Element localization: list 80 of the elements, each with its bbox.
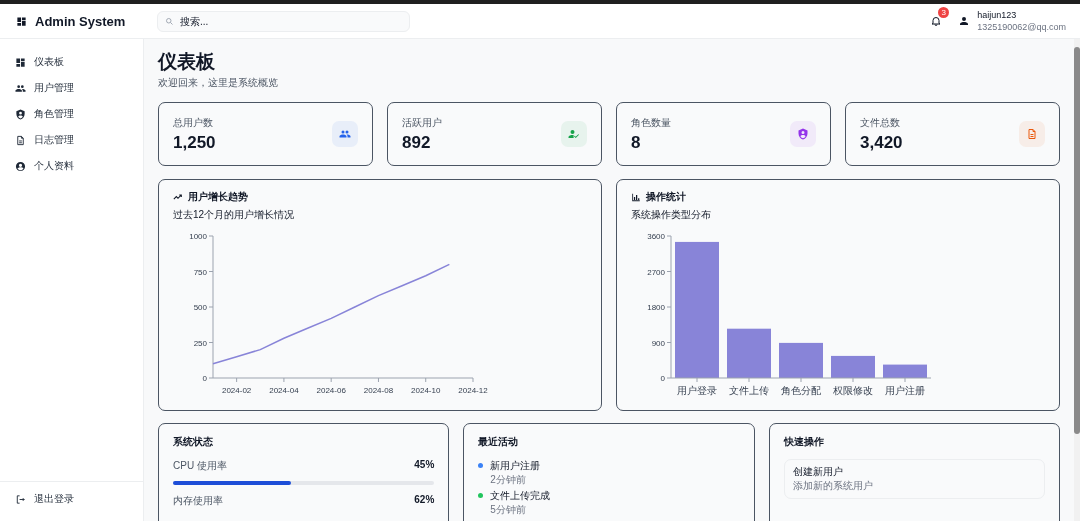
document-icon [15, 134, 26, 146]
dashboard-icon [15, 56, 26, 68]
axis-label: 3600 [647, 232, 665, 241]
user-check-icon [568, 128, 580, 140]
panel-title: 最近活动 [478, 435, 520, 449]
axis-label: 750 [193, 267, 207, 277]
axis-label: 900 [651, 338, 665, 348]
trending-up-icon [173, 192, 183, 202]
activity-text: 新用户注册 [490, 459, 541, 473]
bar [883, 364, 927, 378]
bar [727, 328, 771, 378]
user-name: haijun123 [977, 9, 1018, 21]
sidebar-item[interactable]: 仪表板 [0, 51, 143, 73]
sidebar-item[interactable]: 日志管理 [0, 129, 143, 151]
axis-label: 250 [193, 338, 207, 348]
stat-label: 文件总数 [860, 115, 901, 130]
quick-action-card[interactable]: 创建新用户 添加新的系统用户 [783, 459, 1045, 499]
activity-time: 5分钟前 [490, 503, 527, 517]
chart-title: 操作统计 [646, 190, 686, 204]
action-title: 创建新用户 [792, 465, 844, 479]
bar [779, 342, 823, 378]
axis-label: 2024-10 [411, 386, 441, 395]
axis-label: 0 [660, 374, 665, 383]
axis-label: 用户注册 [885, 385, 925, 396]
bar [831, 355, 875, 378]
user-email: 1325190062@qq.com [977, 21, 1066, 33]
chart-title: 用户增长趋势 [188, 190, 248, 204]
page-title: 仪表板 [158, 51, 216, 73]
panel-title: 系统状态 [173, 435, 214, 449]
logout-icon [15, 493, 26, 505]
panel-title: 快速操作 [783, 435, 825, 449]
stat-label: 角色数量 [631, 115, 671, 130]
chart-subtitle: 系统操作类型分布 [631, 208, 712, 222]
notification-button[interactable] [930, 15, 943, 27]
sidebar-item[interactable]: 个人资料 [0, 155, 143, 177]
axis-label: 0 [202, 374, 207, 383]
sidebar-item[interactable]: 用户管理 [0, 77, 143, 99]
document-icon [1026, 128, 1038, 140]
shield-person-icon [797, 128, 809, 140]
stat-label: 总用户数 [173, 115, 214, 130]
user-icon[interactable] [958, 15, 971, 27]
search-icon [165, 16, 174, 26]
axis-label: 1000 [189, 232, 207, 241]
axis-label: 2024-06 [316, 386, 346, 395]
notification-count: 3 [938, 7, 950, 18]
users-icon [339, 128, 351, 140]
axis-label: 2024-08 [363, 386, 394, 395]
metric-value: 62% [414, 494, 435, 507]
axis-label: 文件上传 [729, 385, 769, 396]
dashboard-icon [16, 15, 27, 27]
search-field[interactable]: 搜索... [157, 10, 410, 32]
shield-person-icon [15, 108, 26, 120]
stat-value: 1,250 [173, 132, 216, 153]
sidebar-item[interactable]: 角色管理 [0, 103, 143, 125]
metric-label: 内存使用率 [173, 494, 223, 508]
metric-label: CPU 使用率 [173, 459, 227, 473]
axis-label: 角色分配 [781, 385, 821, 396]
axis-label: 2700 [647, 267, 665, 277]
chart-subtitle: 过去12个月的用户增长情况 [173, 208, 296, 222]
scrollbar[interactable] [1074, 39, 1080, 521]
axis-label: 2024-12 [458, 386, 488, 395]
stat-value: 892 [402, 132, 432, 153]
stat-label: 活跃用户 [402, 115, 442, 130]
activity-time: 2分钟前 [490, 473, 527, 487]
axis-label: 1800 [647, 303, 665, 312]
bar-chart-icon [631, 192, 641, 202]
stat-value: 8 [631, 132, 642, 153]
axis-label: 用户登录 [677, 385, 717, 396]
page-subtitle: 欢迎回来，这里是系统概览 [158, 76, 279, 90]
users-icon [15, 82, 26, 94]
activity-text: 文件上传完成 [490, 489, 551, 503]
axis-label: 2024-02 [221, 386, 252, 395]
logout-link[interactable]: 退出登录 [0, 488, 143, 510]
stat-value: 3,420 [860, 132, 903, 153]
axis-label: 500 [193, 303, 207, 312]
metric-value: 45% [414, 459, 435, 472]
app-title: Admin System [35, 13, 126, 29]
action-description: 添加新的系统用户 [792, 479, 874, 493]
axis-label: 2024-04 [269, 386, 299, 395]
axis-label: 权限修改 [833, 385, 873, 396]
